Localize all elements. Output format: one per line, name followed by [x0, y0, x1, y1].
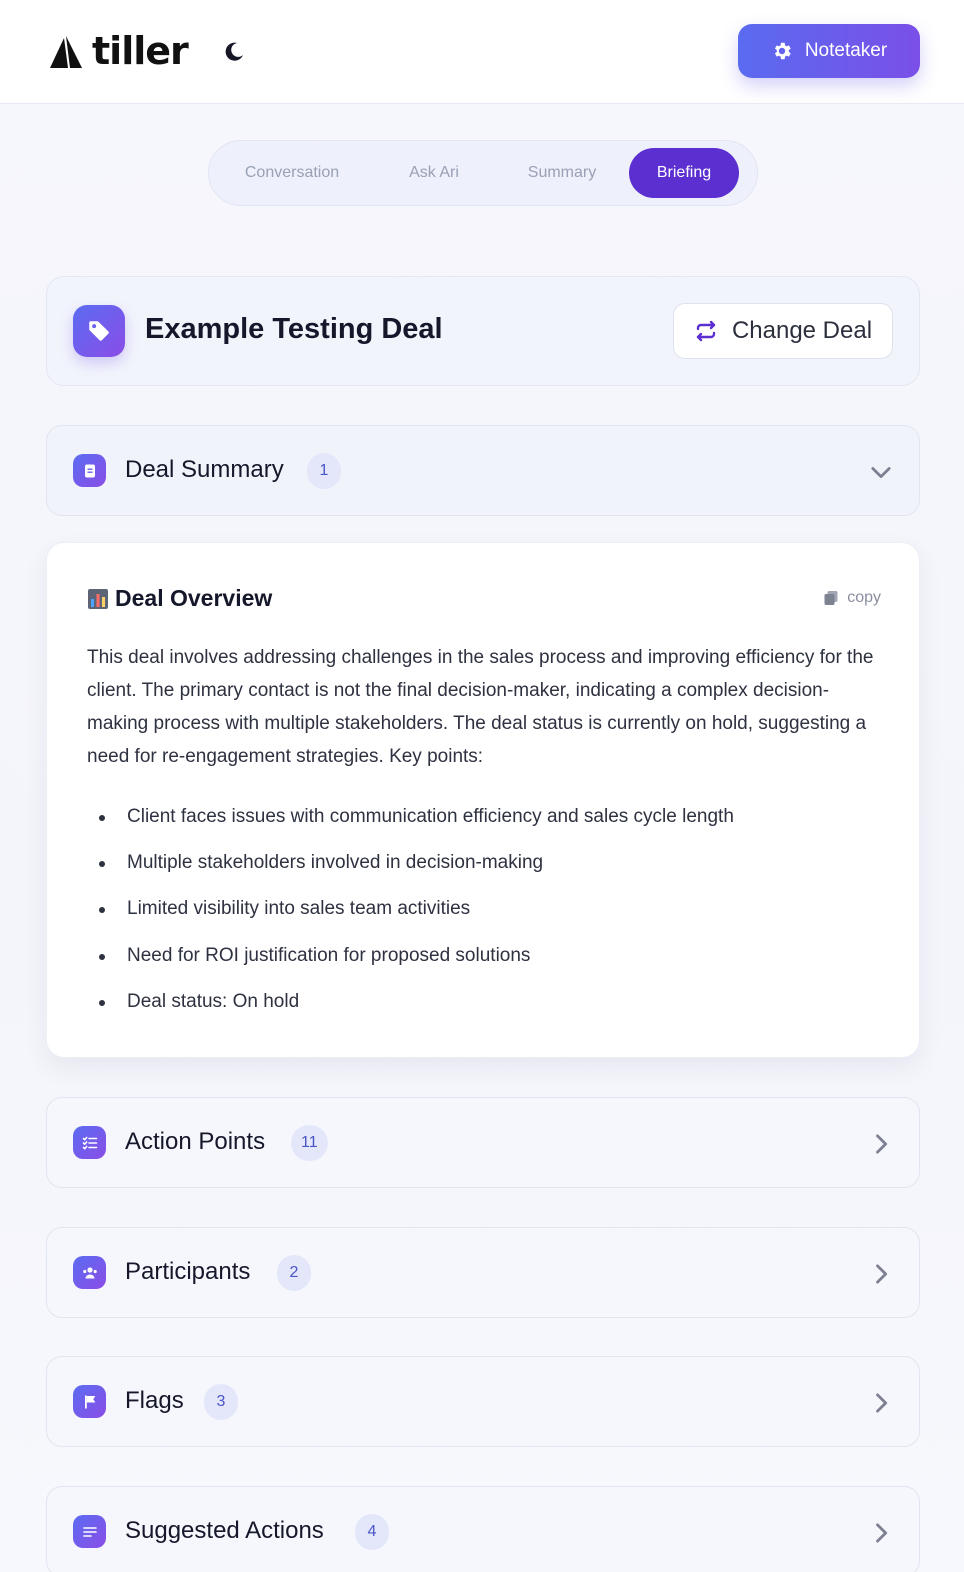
- logo-text: tiller: [92, 29, 189, 73]
- logo[interactable]: tiller: [48, 28, 189, 74]
- copy-label: copy: [847, 589, 881, 606]
- change-deal-label: Change Deal: [731, 317, 873, 344]
- chevron-right-icon[interactable]: [867, 1130, 895, 1158]
- notetaker-button[interactable]: Notetaker: [738, 24, 920, 78]
- list-item: Need for ROI justification for proposed …: [87, 938, 887, 984]
- section-participants[interactable]: Participants 2: [46, 1227, 920, 1318]
- sail-logo-icon: [50, 36, 82, 68]
- bar-chart-icon: [88, 588, 108, 609]
- change-deal-button[interactable]: Change Deal: [673, 303, 893, 359]
- section-title: Participants: [125, 1258, 251, 1285]
- tab-briefing[interactable]: Briefing: [629, 148, 739, 198]
- deal-card: Example Testing Deal Change Deal: [46, 276, 920, 386]
- section-title: Action Points: [125, 1128, 266, 1155]
- count-badge: 2: [277, 1255, 311, 1291]
- checklist-icon: [73, 1126, 106, 1159]
- copy-button[interactable]: copy: [823, 589, 881, 607]
- users-icon: [73, 1256, 106, 1289]
- tab-conversation[interactable]: Conversation: [217, 148, 367, 198]
- count-badge: 11: [291, 1125, 328, 1161]
- chevron-down-icon[interactable]: [867, 458, 895, 486]
- list-item: Limited visibility into sales team activ…: [87, 891, 887, 937]
- list-item: Client faces issues with communication e…: [87, 799, 887, 845]
- swap-arrows-icon: [696, 320, 716, 342]
- document-icon: [73, 454, 106, 487]
- notetaker-label: Notetaker: [804, 40, 888, 61]
- overview-text: This deal involves addressing challenges…: [87, 647, 874, 767]
- list-icon: [73, 1515, 106, 1548]
- list-item: Multiple stakeholders involved in decisi…: [87, 845, 887, 891]
- chevron-right-icon[interactable]: [867, 1519, 895, 1547]
- chevron-right-icon[interactable]: [867, 1260, 895, 1288]
- overview-header: Deal Overview: [87, 585, 272, 612]
- tag-icon: [73, 305, 125, 357]
- key-points-list: Client faces issues with communication e…: [87, 799, 887, 1030]
- section-title: Flags: [125, 1387, 184, 1414]
- moon-icon[interactable]: [222, 40, 246, 64]
- deal-title: Example Testing Deal: [145, 313, 443, 345]
- overview-title: Deal Overview: [115, 585, 273, 611]
- copy-icon: [824, 591, 838, 605]
- count-badge: 3: [204, 1384, 238, 1420]
- flag-icon: [73, 1385, 106, 1418]
- section-deal-summary[interactable]: Deal Summary 1: [46, 425, 920, 516]
- app-header: tiller Notetaker: [0, 0, 964, 104]
- view-tabs: Conversation Ask Ari Summary Briefing: [208, 140, 758, 206]
- deal-overview-card: Deal Overview copy This deal involves ad…: [46, 542, 920, 1058]
- count-badge: 4: [355, 1514, 389, 1550]
- section-flags[interactable]: Flags 3: [46, 1356, 920, 1447]
- section-title: Deal Summary: [125, 456, 284, 483]
- chevron-right-icon[interactable]: [867, 1389, 895, 1417]
- tab-summary[interactable]: Summary: [501, 148, 623, 198]
- section-suggested-actions[interactable]: Suggested Actions 4: [46, 1486, 920, 1572]
- section-title: Suggested Actions: [125, 1517, 324, 1544]
- section-action-points[interactable]: Action Points 11: [46, 1097, 920, 1188]
- gear-icon: [774, 42, 791, 60]
- list-item: Deal status: On hold: [87, 984, 887, 1030]
- count-badge: 1: [307, 453, 341, 489]
- tab-ask-ari[interactable]: Ask Ari: [367, 148, 501, 198]
